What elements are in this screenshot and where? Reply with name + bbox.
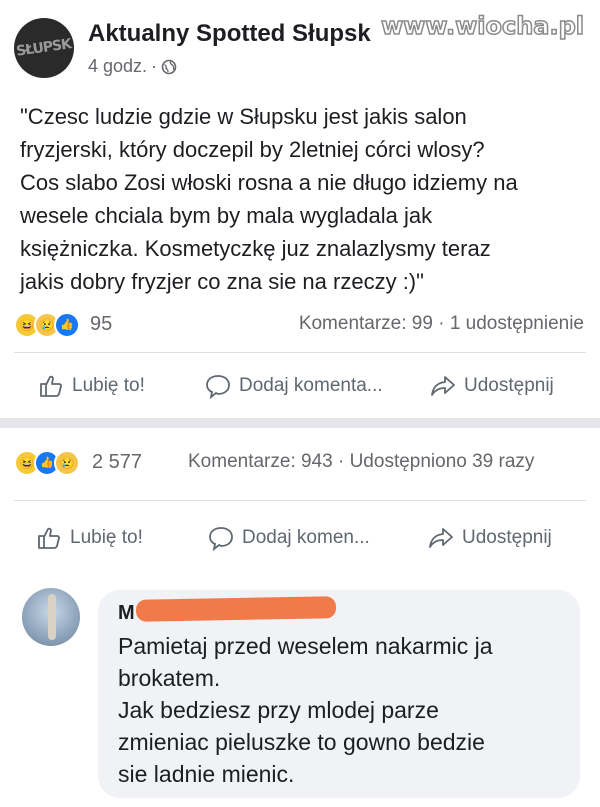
like-label: Lubię to! bbox=[70, 527, 143, 548]
meta-separator: · bbox=[151, 56, 158, 76]
reaction-icons: 😆 😢 👍 bbox=[14, 310, 80, 340]
watermark: www.wiocha.pl bbox=[380, 11, 585, 41]
action-bar-1: Lubię to! Dodaj komenta... Udostępnij bbox=[0, 366, 600, 406]
name-redaction bbox=[135, 596, 337, 622]
like-button[interactable]: Lubię to! bbox=[38, 366, 145, 406]
comment-button[interactable]: Dodaj komen... bbox=[208, 518, 370, 558]
thumbs-up-icon bbox=[38, 527, 60, 549]
comment-bubble: M Pamietaj przed weselem nakarmic ja bro… bbox=[98, 590, 580, 798]
divider bbox=[14, 352, 586, 353]
share-label: Udostępnij bbox=[464, 375, 554, 396]
reaction-count[interactable]: 2 577 bbox=[92, 451, 142, 474]
post-meta: 4 godz. · bbox=[88, 56, 177, 77]
divider bbox=[14, 500, 586, 501]
post-text: "Czesc ludzie gdzie w Słupsku jest jakis… bbox=[20, 104, 518, 294]
sad-reaction-icon: 😢 bbox=[54, 450, 80, 476]
like-reaction-icon: 👍 bbox=[54, 312, 80, 338]
comment-author[interactable]: M bbox=[118, 602, 135, 625]
share-arrow-icon bbox=[429, 528, 453, 548]
page-avatar[interactable]: SŁUPSK bbox=[14, 18, 74, 78]
thumbs-up-icon bbox=[40, 375, 62, 397]
page-name[interactable]: Aktualny Spotted Słupsk bbox=[88, 20, 371, 48]
reaction-icons: 😆 👍 😢 bbox=[14, 448, 80, 478]
like-label: Lubię to! bbox=[72, 375, 145, 396]
reactions-summary-1[interactable]: 😆 😢 👍 95 Komentarze: 99 · 1 udostępnieni… bbox=[0, 310, 600, 340]
section-separator bbox=[0, 418, 600, 428]
comments-shares-stats[interactable]: Komentarze: 99 · 1 udostępnienie bbox=[299, 313, 584, 335]
avatar-figure bbox=[48, 594, 56, 640]
comment-button[interactable]: Dodaj komenta... bbox=[205, 366, 383, 406]
commenter-avatar[interactable] bbox=[22, 588, 80, 646]
speech-bubble-icon bbox=[209, 527, 233, 551]
share-button[interactable]: Udostępnij bbox=[428, 518, 552, 558]
reactions-summary-2[interactable]: 😆 👍 😢 2 577 Komentarze: 943 · Udostępnio… bbox=[0, 448, 600, 478]
comment-label: Dodaj komenta... bbox=[239, 375, 383, 396]
reaction-count[interactable]: 95 bbox=[90, 313, 112, 336]
comment-text: Pamietaj przed weselem nakarmic ja broka… bbox=[118, 633, 493, 787]
share-button[interactable]: Udostępnij bbox=[430, 366, 554, 406]
speech-bubble-icon bbox=[206, 375, 230, 399]
share-label: Udostępnij bbox=[462, 527, 552, 548]
comments-shares-stats[interactable]: Komentarze: 943 · Udostępniono 39 razy bbox=[188, 451, 534, 473]
post-time[interactable]: 4 godz. bbox=[88, 56, 147, 77]
share-arrow-icon bbox=[431, 376, 455, 396]
avatar-logo-text: SŁUPSK bbox=[15, 36, 73, 60]
comment-label: Dodaj komen... bbox=[242, 527, 370, 548]
globe-icon bbox=[161, 59, 177, 74]
action-bar-2: Lubię to! Dodaj komen... Udostępnij bbox=[0, 518, 600, 558]
like-button[interactable]: Lubię to! bbox=[36, 518, 143, 558]
post-header: SŁUPSK Aktualny Spotted Słupsk 4 godz. ·… bbox=[0, 0, 600, 90]
